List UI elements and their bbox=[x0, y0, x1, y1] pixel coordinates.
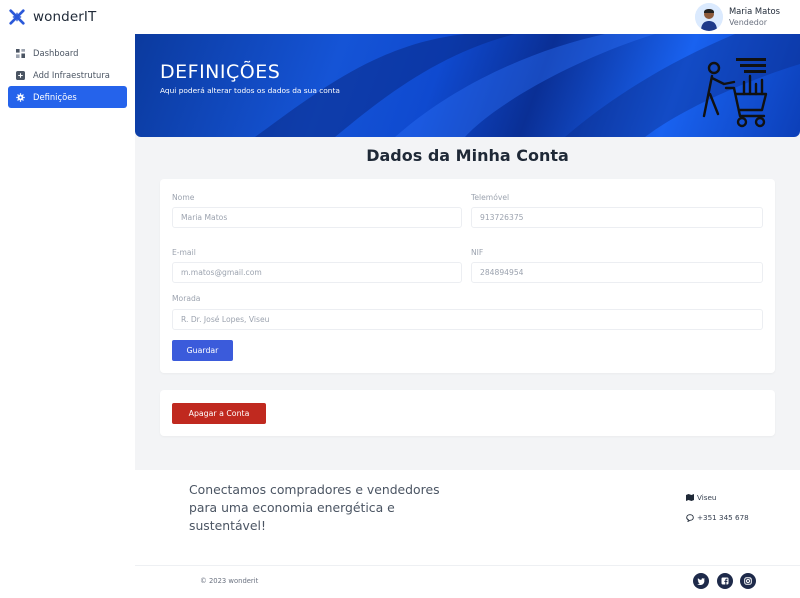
location-text: Viseu bbox=[697, 493, 717, 502]
account-form-card: Nome Maria Matos Telemóvel 913726375 E-m… bbox=[160, 179, 775, 373]
gear-icon bbox=[16, 92, 25, 102]
twitter-icon[interactable] bbox=[693, 573, 709, 589]
plus-square-icon bbox=[16, 70, 25, 80]
delete-account-button[interactable]: Apagar a Conta bbox=[172, 403, 266, 424]
sidebar-item-label: Dashboard bbox=[33, 48, 79, 58]
logo-icon bbox=[9, 9, 25, 25]
avatar bbox=[694, 3, 723, 31]
topbar: Maria Matos Vendedor bbox=[135, 0, 800, 34]
telemovel-input[interactable]: 913726375 bbox=[471, 207, 763, 228]
morada-label: Morada bbox=[172, 294, 201, 303]
brand[interactable]: wonderIT bbox=[0, 0, 135, 34]
telemovel-label: Telemóvel bbox=[471, 193, 510, 202]
footer: Conectamos compradores e vendedores para… bbox=[135, 470, 800, 598]
avatar-icon bbox=[694, 3, 723, 31]
instagram-icon[interactable] bbox=[740, 573, 756, 589]
footer-location: Viseu bbox=[686, 493, 716, 502]
morada-input[interactable]: R. Dr. José Lopes, Viseu bbox=[172, 309, 763, 330]
sidebar-menu: Dashboard Add Infraestrutura Definições bbox=[0, 42, 135, 108]
sidebar-item-label: Definições bbox=[33, 92, 77, 102]
dashboard-icon bbox=[16, 48, 25, 58]
sidebar: wonderIT Dashboard Add Infraestrutura De… bbox=[0, 0, 135, 598]
user-menu[interactable]: Maria Matos Vendedor bbox=[694, 3, 780, 31]
sidebar-item-definicoes[interactable]: Definições bbox=[8, 86, 127, 108]
email-label: E-mail bbox=[172, 248, 196, 257]
chat-icon bbox=[686, 513, 694, 522]
sidebar-item-add-infraestrutura[interactable]: Add Infraestrutura bbox=[8, 64, 127, 86]
footer-tagline: Conectamos compradores e vendedores para… bbox=[189, 482, 440, 533]
user-role: Vendedor bbox=[728, 18, 768, 27]
copyright: © 2023 wonderit bbox=[200, 577, 259, 585]
user-name: Maria Matos bbox=[728, 6, 780, 16]
email-input[interactable]: m.matos@gmail.com bbox=[172, 262, 462, 283]
nome-label: Nome bbox=[172, 193, 195, 202]
nome-input[interactable]: Maria Matos bbox=[172, 207, 462, 228]
nif-input[interactable]: 284894954 bbox=[471, 262, 763, 283]
footer-divider bbox=[135, 565, 800, 566]
page-title: DEFINIÇÕES bbox=[160, 61, 281, 83]
save-button[interactable]: Guardar bbox=[172, 340, 233, 361]
nif-label: NIF bbox=[471, 248, 484, 257]
map-icon bbox=[686, 494, 694, 501]
phone-text: +351 345 678 bbox=[697, 513, 749, 522]
section-title: Dados da Minha Conta bbox=[366, 146, 569, 165]
hero-banner: DEFINIÇÕES Aqui poderá alterar todos os … bbox=[135, 34, 800, 137]
sidebar-item-dashboard[interactable]: Dashboard bbox=[8, 42, 127, 64]
sidebar-item-label: Add Infraestrutura bbox=[33, 70, 110, 80]
page-subtitle: Aqui poderá alterar todos os dados da su… bbox=[160, 86, 340, 95]
footer-phone: +351 345 678 bbox=[686, 513, 749, 522]
shopping-cart-person-icon bbox=[702, 58, 768, 128]
delete-account-card: Apagar a Conta bbox=[160, 390, 775, 436]
facebook-icon[interactable] bbox=[717, 573, 733, 589]
brand-name: wonderIT bbox=[33, 9, 97, 25]
